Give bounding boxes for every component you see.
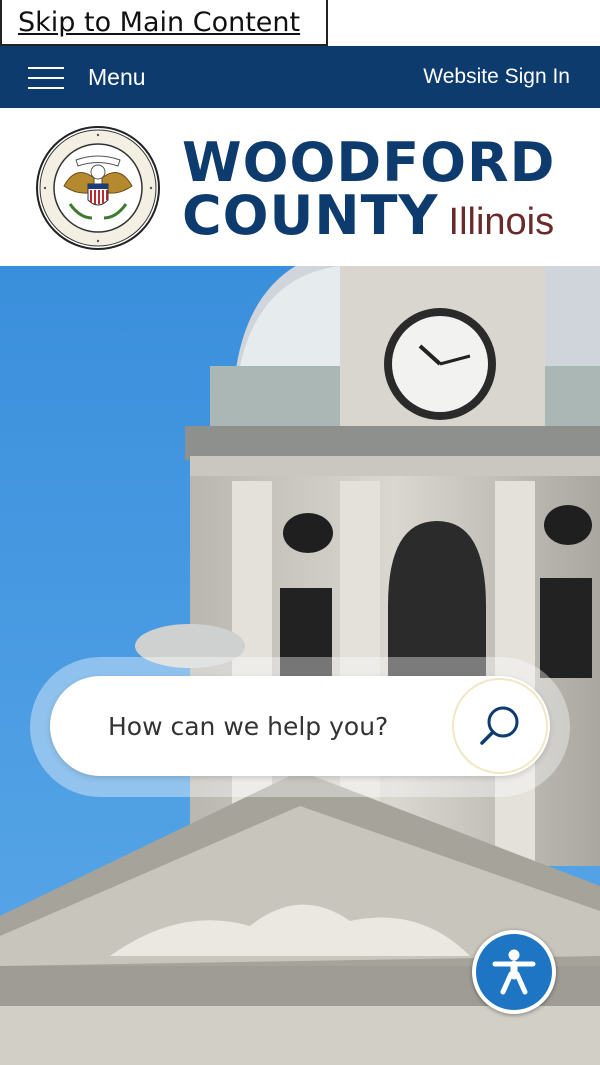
search-icon: [480, 706, 519, 745]
site-header-brand: WOODFORD COUNTY Illinois: [0, 108, 600, 266]
accessibility-person-icon: [492, 949, 536, 995]
hamburger-icon: [28, 65, 64, 89]
skip-to-main-content-link[interactable]: Skip to Main Content: [0, 0, 328, 46]
wordmark-state: Illinois: [448, 201, 555, 243]
menu-button[interactable]: Menu: [0, 46, 146, 108]
menu-label: Menu: [88, 63, 146, 90]
county-seal-icon[interactable]: [36, 126, 160, 250]
top-navigation-bar: Menu Website Sign In: [0, 46, 600, 108]
accessibility-button[interactable]: [472, 930, 556, 1014]
accessibility-circle: [476, 934, 552, 1010]
wordmark-line2: COUNTY: [182, 184, 439, 247]
wordmark-line1: WOODFORD: [182, 131, 556, 194]
county-wordmark[interactable]: WOODFORD COUNTY Illinois: [182, 131, 556, 247]
search-button[interactable]: [452, 678, 548, 774]
search-input[interactable]: [108, 698, 428, 754]
website-sign-in-link[interactable]: Website Sign In: [423, 46, 570, 108]
